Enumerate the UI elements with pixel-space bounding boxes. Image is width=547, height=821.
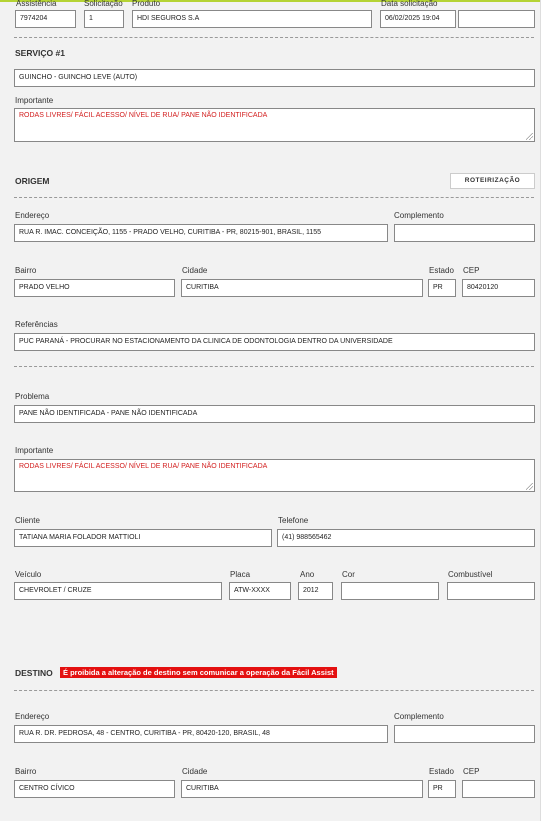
divider (14, 366, 534, 367)
divider (14, 37, 534, 38)
origem-estado-label: Estado (429, 266, 454, 275)
origem-referencias-field[interactable]: PUC PARANÁ - PROCURAR NO ESTACIONAMENTO … (14, 333, 535, 351)
resize-grip-icon[interactable] (526, 483, 533, 490)
veiculo-label: Veículo (15, 570, 42, 579)
destino-cidade-field[interactable]: CURITIBA (181, 780, 423, 798)
veiculo-field[interactable]: CHEVROLET / CRUZE (14, 582, 222, 600)
destino-estado-label: Estado (429, 767, 454, 776)
destino-title: DESTINO (15, 668, 53, 678)
solicitacao-field[interactable]: 1 (84, 10, 124, 28)
destino-cep-field[interactable] (462, 780, 535, 798)
origem-endereco-label: Endereço (15, 211, 50, 220)
combustivel-field[interactable] (447, 582, 535, 600)
origem-cidade-field[interactable]: CURITIBA (181, 279, 423, 297)
data-solicitacao-field[interactable]: 06/02/2025 19:04 (380, 10, 456, 28)
solicitacao-label: Solicitação (84, 0, 123, 8)
servico-title: SERVIÇO #1 (15, 48, 65, 58)
divider (14, 690, 534, 691)
telefone-field[interactable]: (41) 988565462 (277, 529, 535, 547)
ano-field[interactable]: 2012 (298, 582, 333, 600)
destino-complemento-field[interactable] (394, 725, 535, 743)
data-solicitacao-label: Data solicitação (381, 0, 438, 8)
origem-bairro-field[interactable]: PRADO VELHO (14, 279, 175, 297)
origem-cep-label: CEP (463, 266, 480, 275)
destino-bairro-field[interactable]: CENTRO CÍVICO (14, 780, 175, 798)
servico-field[interactable]: GUINCHO - GUINCHO LEVE (AUTO) (14, 69, 535, 87)
origem-estado-field[interactable]: PR (428, 279, 456, 297)
destino-cidade-label: Cidade (182, 767, 208, 776)
produto-field[interactable]: HDI SEGUROS S.A (132, 10, 372, 28)
resize-grip-icon[interactable] (526, 133, 533, 140)
problema-importante-textarea[interactable]: RODAS LIVRES/ FÁCIL ACESSO/ NÍVEL DE RUA… (14, 459, 535, 492)
placa-label: Placa (230, 570, 251, 579)
placa-field[interactable]: ATW-XXXX (229, 582, 291, 600)
cor-field[interactable] (341, 582, 439, 600)
ano-label: Ano (300, 570, 315, 579)
servico-importante-label: Importante (15, 96, 54, 105)
servico-importante-text: RODAS LIVRES/ FÁCIL ACESSO/ NÍVEL DE RUA… (19, 112, 268, 119)
origem-cep-field[interactable]: 80420120 (462, 279, 535, 297)
hora-solicitacao-field[interactable] (458, 10, 535, 28)
assistencia-label: Assistência (16, 0, 57, 8)
destino-endereco-label: Endereço (15, 712, 50, 721)
roteirizacao-button[interactable]: ROTEIRIZAÇÃO (450, 173, 535, 189)
top-accent-line (0, 0, 547, 2)
problema-field[interactable]: PANE NÃO IDENTIFICADA - PANE NÃO IDENTIF… (14, 405, 535, 423)
divider (14, 197, 534, 198)
problema-label: Problema (15, 392, 50, 401)
origem-title: ORIGEM (15, 176, 50, 186)
origem-bairro-label: Bairro (15, 266, 37, 275)
destino-bairro-label: Bairro (15, 767, 37, 776)
combustivel-label: Combustível (448, 570, 493, 579)
assistencia-field[interactable]: 7974204 (15, 10, 76, 28)
right-scroll-edge[interactable] (540, 0, 547, 821)
origem-cidade-label: Cidade (182, 266, 208, 275)
cliente-label: Cliente (15, 516, 40, 525)
cliente-field[interactable]: TATIANA MARIA FOLADOR MATTIOLI (14, 529, 272, 547)
origem-complemento-field[interactable] (394, 224, 535, 242)
cor-label: Cor (342, 570, 355, 579)
problema-importante-text: RODAS LIVRES/ FÁCIL ACESSO/ NÍVEL DE RUA… (19, 463, 268, 470)
produto-label: Produto (132, 0, 161, 8)
telefone-label: Telefone (278, 516, 309, 525)
destino-warning-badge: É proibida a alteração de destino sem co… (60, 667, 337, 678)
servico-importante-textarea[interactable]: RODAS LIVRES/ FÁCIL ACESSO/ NÍVEL DE RUA… (14, 108, 535, 142)
problema-importante-label: Importante (15, 446, 54, 455)
destino-complemento-label: Complemento (394, 712, 444, 721)
destino-cep-label: CEP (463, 767, 480, 776)
origem-complemento-label: Complemento (394, 211, 444, 220)
origem-endereco-field[interactable]: RUA R. IMAC. CONCEIÇÃO, 1155 - PRADO VEL… (14, 224, 388, 242)
origem-referencias-label: Referências (15, 320, 58, 329)
destino-estado-field[interactable]: PR (428, 780, 456, 798)
destino-endereco-field[interactable]: RUA R. DR. PEDROSA, 48 - CENTRO, CURITIB… (14, 725, 388, 743)
